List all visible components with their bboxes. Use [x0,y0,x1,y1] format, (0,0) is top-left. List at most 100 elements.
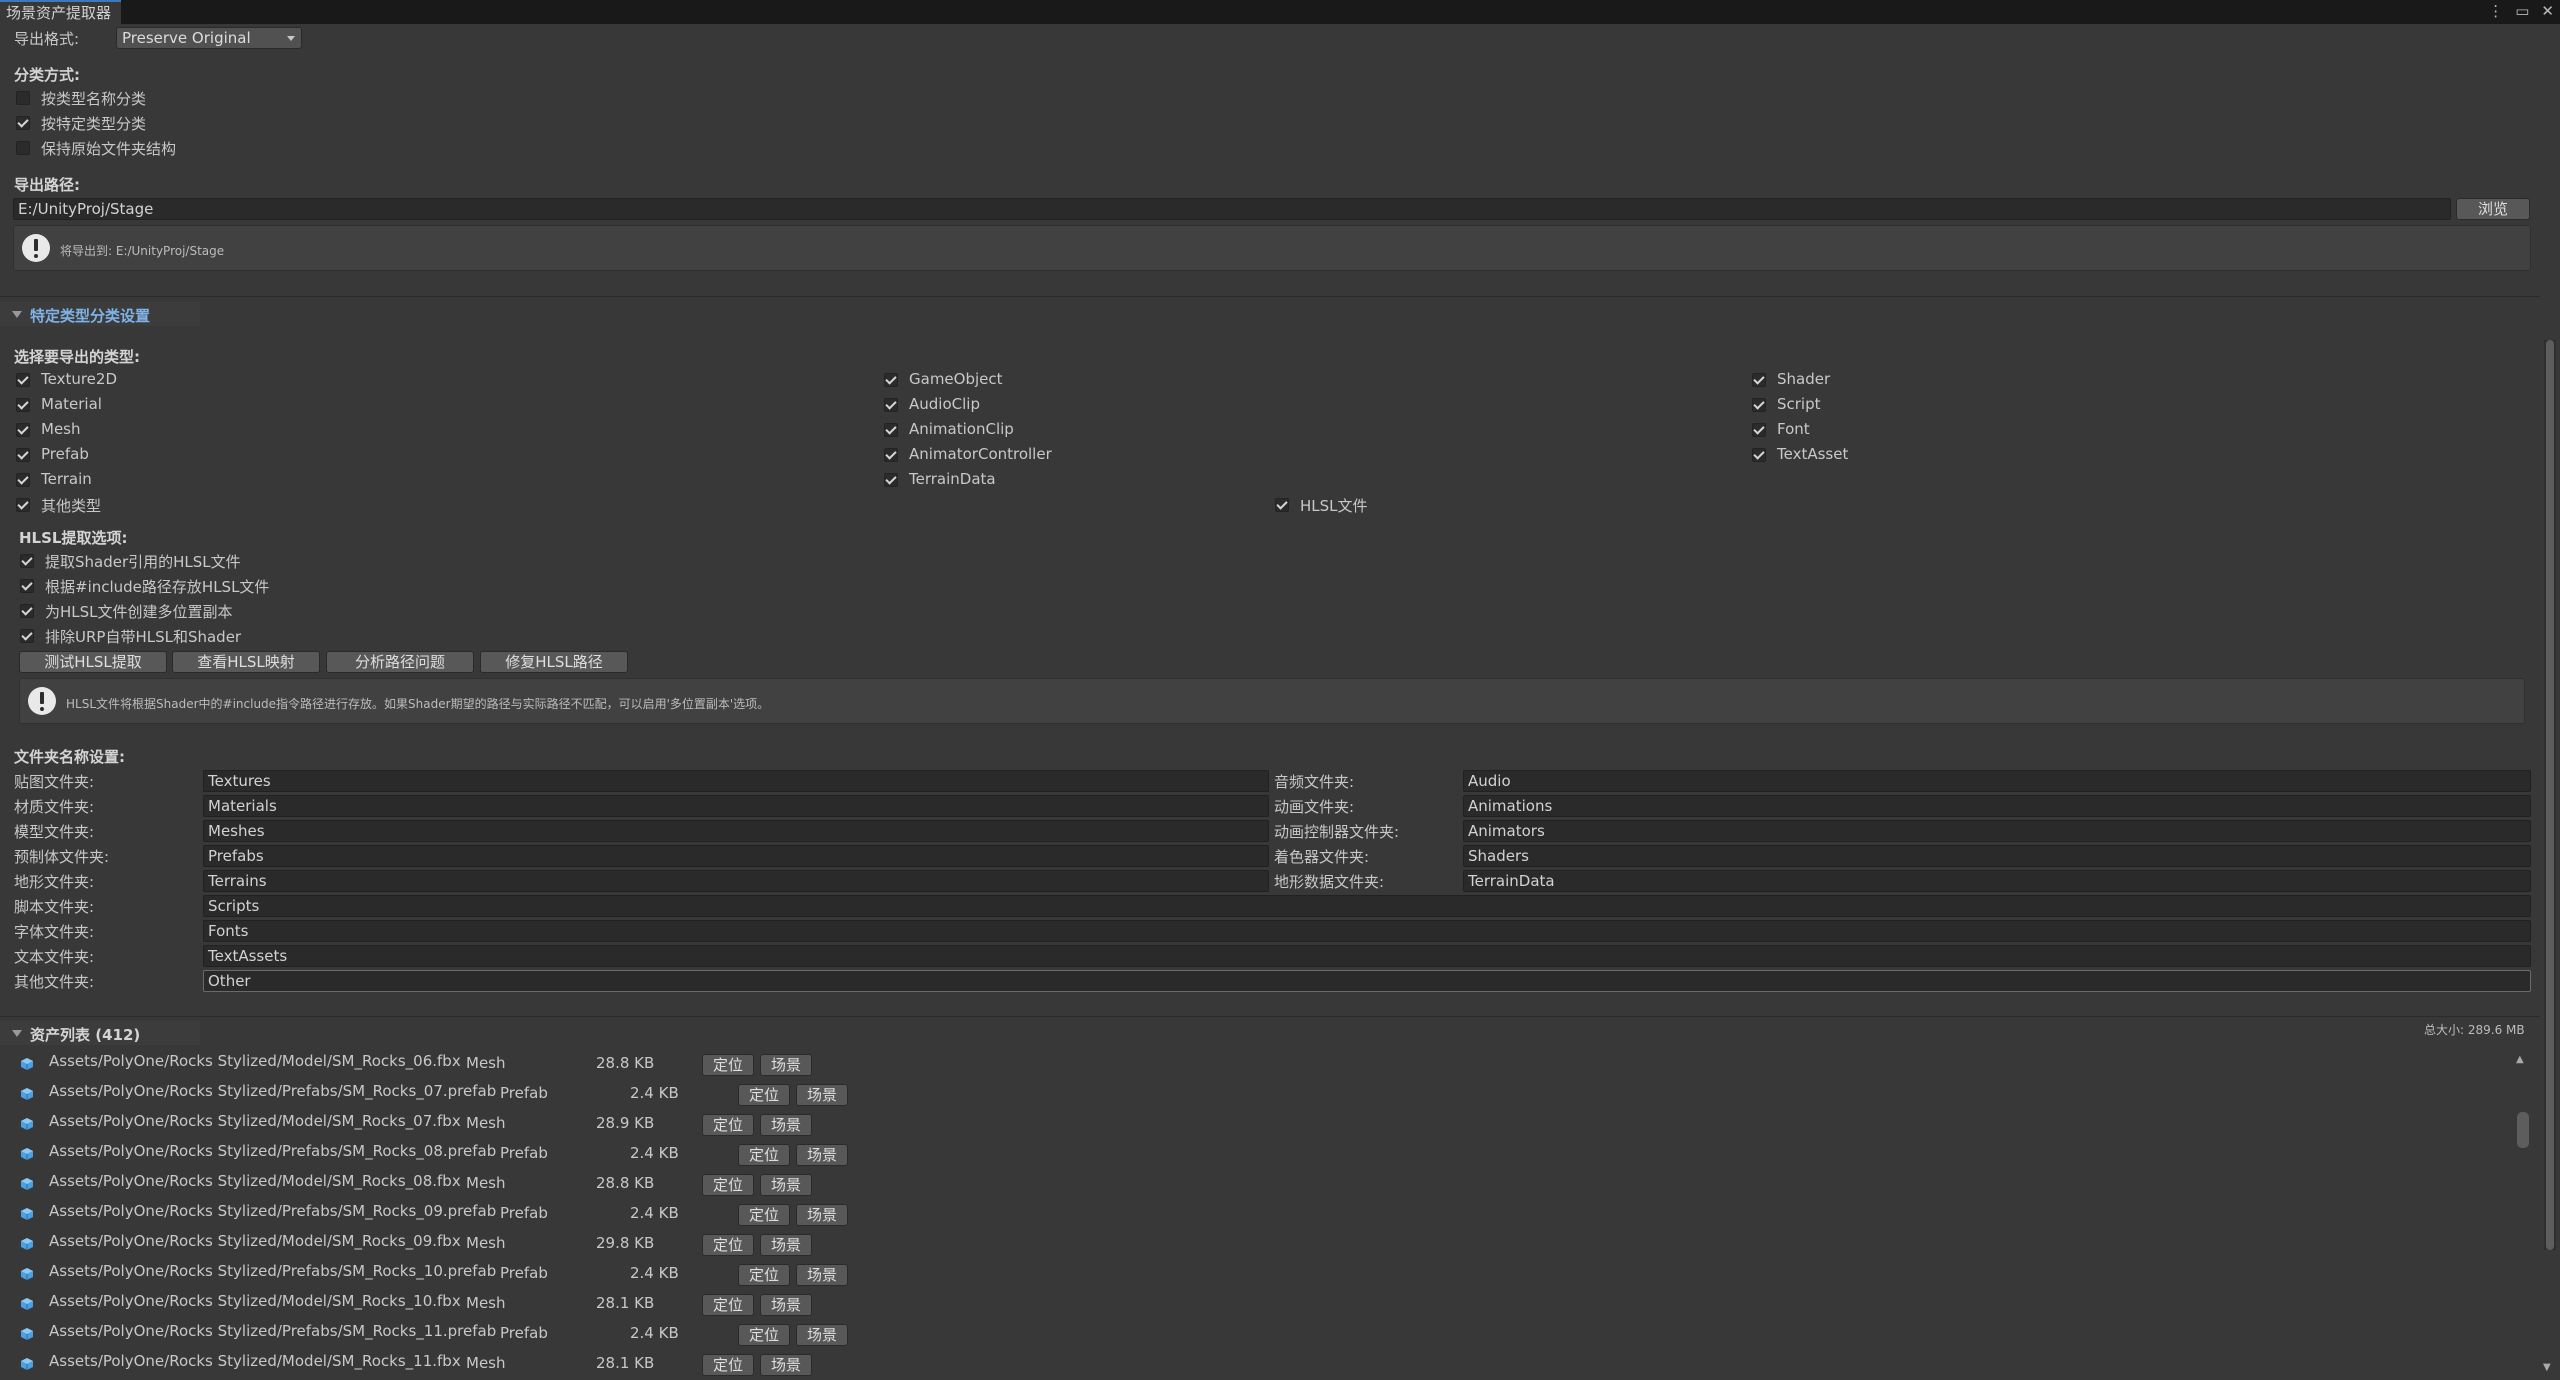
hlsl-option-checkbox[interactable] [20,554,34,568]
type-animationclip-checkbox[interactable] [884,423,898,437]
type-shader-checkbox[interactable] [1752,373,1766,387]
locate-button[interactable]: 定位 [738,1324,790,1346]
folder-name-input[interactable]: Materials [203,795,1269,817]
scene-button[interactable]: 场景 [796,1084,848,1106]
asset-list-foldout[interactable]: 资产列表 (412) [0,1021,200,1045]
asset-type: Prefab [500,1264,548,1282]
hlsl-option-checkbox[interactable] [20,629,34,643]
asset-list-scrollbar-thumb[interactable] [2517,1112,2529,1148]
type-prefab-checkbox[interactable] [16,448,30,462]
type-terraindata-checkbox[interactable] [884,473,898,487]
main-scrollbar-thumb[interactable] [2546,340,2554,1250]
folder-name-input[interactable]: Other [203,970,2531,992]
asset-size: 28.1 KB [596,1294,655,1312]
folder-name-input[interactable]: Shaders [1463,845,2531,867]
browse-button[interactable]: 浏览 [2456,198,2530,220]
window-tab[interactable]: 场景资产提取器 [0,0,122,24]
asset-size: 2.4 KB [630,1324,679,1342]
type-font-label: Font [1777,420,1810,438]
locate-button[interactable]: 定位 [738,1144,790,1166]
type-其他类型-checkbox[interactable] [16,498,30,512]
asset-path[interactable]: Assets/PolyOne/Rocks Stylized/Prefabs/SM… [49,1262,496,1280]
hlsl-button-3[interactable]: 分析路径问题 [326,651,474,673]
scene-button[interactable]: 场景 [760,1234,812,1256]
type-hlsl-file-checkbox[interactable] [1275,498,1289,512]
locate-button[interactable]: 定位 [738,1204,790,1226]
asset-type: Prefab [500,1324,548,1342]
type-material-checkbox[interactable] [16,398,30,412]
maximize-icon[interactable]: ▭ [2515,2,2529,20]
locate-button[interactable]: 定位 [738,1264,790,1286]
folder-name-input[interactable]: Terrains [203,870,1269,892]
locate-button[interactable]: 定位 [738,1084,790,1106]
prefab-icon [20,1327,34,1341]
folder-name-input[interactable]: Fonts [203,920,2531,942]
asset-size: 2.4 KB [630,1204,679,1222]
classification-option-checkbox[interactable] [16,116,30,130]
asset-path[interactable]: Assets/PolyOne/Rocks Stylized/Prefabs/SM… [49,1322,496,1340]
type-font-checkbox[interactable] [1752,423,1766,437]
asset-size: 28.1 KB [596,1354,655,1372]
folder-name-input[interactable]: Scripts [203,895,2531,917]
asset-path[interactable]: Assets/PolyOne/Rocks Stylized/Model/SM_R… [49,1172,461,1190]
export-format-dropdown[interactable]: Preserve Original [116,27,302,49]
type-animatorcontroller-checkbox[interactable] [884,448,898,462]
scene-button[interactable]: 场景 [796,1324,848,1346]
asset-path[interactable]: Assets/PolyOne/Rocks Stylized/Model/SM_R… [49,1112,461,1130]
scene-button[interactable]: 场景 [796,1204,848,1226]
scene-button[interactable]: 场景 [760,1114,812,1136]
type-audioclip-label: AudioClip [909,395,980,413]
scene-button[interactable]: 场景 [760,1054,812,1076]
hlsl-option-checkbox[interactable] [20,579,34,593]
type-script-checkbox[interactable] [1752,398,1766,412]
export-path-input[interactable]: E:/UnityProj/Stage [13,198,2451,220]
hlsl-button-4[interactable]: 修复HLSL路径 [480,651,628,673]
type-shader-label: Shader [1777,370,1831,388]
type-audioclip-checkbox[interactable] [884,398,898,412]
locate-button[interactable]: 定位 [702,1234,754,1256]
type-terrain-checkbox[interactable] [16,473,30,487]
more-options-icon[interactable]: ⋮ [2488,2,2503,20]
asset-path[interactable]: Assets/PolyOne/Rocks Stylized/Prefabs/SM… [49,1082,496,1100]
asset-path[interactable]: Assets/PolyOne/Rocks Stylized/Model/SM_R… [49,1352,461,1370]
folder-name-input[interactable]: TerrainData [1463,870,2531,892]
asset-path[interactable]: Assets/PolyOne/Rocks Stylized/Prefabs/SM… [49,1202,496,1220]
folder-name-input[interactable]: Audio [1463,770,2531,792]
main-scrollbar[interactable] [2544,340,2556,1250]
asset-path[interactable]: Assets/PolyOne/Rocks Stylized/Prefabs/SM… [49,1142,496,1160]
folder-name-input[interactable]: Textures [203,770,1269,792]
close-icon[interactable]: ✕ [2541,2,2554,20]
hlsl-option-checkbox[interactable] [20,604,34,618]
scroll-up-icon[interactable]: ▲ [2516,1054,2524,1065]
hlsl-button-2[interactable]: 查看HLSL映射 [172,651,320,673]
locate-button[interactable]: 定位 [702,1114,754,1136]
folder-name-input[interactable]: Animators [1463,820,2531,842]
folder-name-input[interactable]: Prefabs [203,845,1269,867]
type-textasset-checkbox[interactable] [1752,448,1766,462]
locate-button[interactable]: 定位 [702,1054,754,1076]
scene-button[interactable]: 场景 [760,1174,812,1196]
asset-type: Mesh [466,1294,506,1312]
locate-button[interactable]: 定位 [702,1354,754,1376]
type-gameobject-checkbox[interactable] [884,373,898,387]
prefab-icon [20,1267,34,1281]
scene-button[interactable]: 场景 [796,1144,848,1166]
scroll-down-icon[interactable]: ▼ [2543,1362,2551,1373]
folder-name-input[interactable]: TextAssets [203,945,2531,967]
asset-path[interactable]: Assets/PolyOne/Rocks Stylized/Model/SM_R… [49,1232,461,1250]
scene-button[interactable]: 场景 [760,1294,812,1316]
asset-path[interactable]: Assets/PolyOne/Rocks Stylized/Model/SM_R… [49,1292,461,1310]
locate-button[interactable]: 定位 [702,1174,754,1196]
scene-button[interactable]: 场景 [760,1354,812,1376]
classification-option-checkbox[interactable] [16,141,30,155]
locate-button[interactable]: 定位 [702,1294,754,1316]
scene-button[interactable]: 场景 [796,1264,848,1286]
type-texture2d-checkbox[interactable] [16,373,30,387]
asset-path[interactable]: Assets/PolyOne/Rocks Stylized/Model/SM_R… [49,1052,461,1070]
classification-option-checkbox[interactable] [16,91,30,105]
type-settings-foldout[interactable]: 特定类型分类设置 [0,302,200,326]
type-mesh-checkbox[interactable] [16,423,30,437]
folder-name-input[interactable]: Animations [1463,795,2531,817]
hlsl-button-1[interactable]: 测试HLSL提取 [19,651,167,673]
folder-name-input[interactable]: Meshes [203,820,1269,842]
